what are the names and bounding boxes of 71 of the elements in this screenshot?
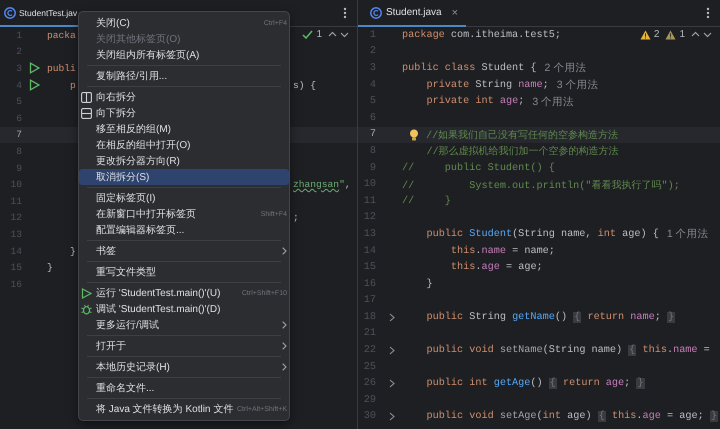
expand-chevron-icon[interactable] xyxy=(389,379,395,388)
run-icon xyxy=(29,79,40,92)
code-line: // System.out.println("看看我执行了吗"); xyxy=(402,178,680,192)
expand-chevron-icon[interactable] xyxy=(389,312,395,322)
menu-item[interactable]: 向右拆分 xyxy=(79,89,289,105)
bug-icon xyxy=(81,304,92,314)
code-line: public String getName() { return name; } xyxy=(425,312,676,323)
menu-item[interactable]: 重命名文件... xyxy=(79,380,289,396)
line-number: 7 xyxy=(368,129,376,140)
inspection-count: 1 xyxy=(316,29,322,40)
code-line: private int age; xyxy=(425,96,524,108)
usage-hint[interactable]: 1 个用法 xyxy=(666,227,709,242)
class-file-icon xyxy=(370,6,382,18)
warning-icon xyxy=(640,30,651,40)
code-line: private String name; xyxy=(425,80,549,91)
check-icon xyxy=(302,30,314,40)
file-tab[interactable]: Student.java × xyxy=(358,0,466,27)
warning-icon xyxy=(665,30,676,40)
menu-item[interactable]: 打开于 xyxy=(79,338,289,354)
menu-item[interactable]: 移至相反的组(M) xyxy=(79,121,289,137)
menu-item[interactable]: 配置编辑器标签页... xyxy=(79,222,289,238)
menu-item[interactable]: 调试 'StudentTest.main()'(D) xyxy=(79,301,289,317)
code-line: ; xyxy=(293,212,299,224)
expand-chevron-icon[interactable] xyxy=(389,346,395,356)
code-line: p xyxy=(69,80,76,91)
menu-item[interactable]: 更多运行/调试 xyxy=(79,317,289,333)
menu-item[interactable]: 取消拆分(S) xyxy=(79,169,289,185)
more-options-icon xyxy=(343,7,347,19)
menu-item[interactable]: 固定标签页(I) xyxy=(79,190,289,206)
menu-item[interactable]: 向下拆分 xyxy=(79,105,289,121)
menu-item[interactable]: 书签 xyxy=(79,243,289,259)
code-line: } xyxy=(425,278,433,290)
class-file-icon xyxy=(4,6,16,18)
usage-hint[interactable]: 3 个用法 xyxy=(532,94,574,109)
code-line: // public Student() { xyxy=(402,162,555,174)
warning-count: 1 xyxy=(679,29,685,40)
more-options-icon xyxy=(706,7,710,19)
warning-count: 2 xyxy=(654,29,660,40)
code-line: s) { xyxy=(293,80,316,91)
code-line: public int getAge() { return age; } xyxy=(425,378,644,390)
code-line: packa xyxy=(47,30,76,41)
code-line: } xyxy=(69,246,76,257)
menu-item[interactable]: 关闭组内所有标签页(A) xyxy=(79,47,289,63)
code-line: package com.itheima.test5; xyxy=(402,30,561,41)
code-line: public void setAge(int age) { this.age = age; } xyxy=(425,411,718,422)
code-line: public void setName(String name) { this.name = xyxy=(425,345,710,356)
menu-item[interactable]: 本地历史记录(H) xyxy=(79,359,289,375)
code-line: //那么虚拟机给我们加一个空参的构造方法 xyxy=(425,144,619,158)
split-vertical-icon xyxy=(81,92,92,102)
usage-hint[interactable]: 2 个用法 xyxy=(544,61,586,76)
menu-item[interactable]: 更改拆分器方向(R) xyxy=(79,153,289,169)
code-line: public Student(String name, int age) { xyxy=(425,228,659,240)
lightbulb-icon xyxy=(409,128,419,141)
code-line: publi xyxy=(47,62,76,74)
code-line: public class Student { xyxy=(402,62,537,74)
close-icon[interactable]: × xyxy=(452,6,458,18)
menu-item[interactable]: 在相反的组中打开(O) xyxy=(79,137,289,153)
code-line: } xyxy=(47,262,53,274)
expand-chevron-icon[interactable] xyxy=(389,412,395,422)
usage-hint[interactable]: 3 个用法 xyxy=(556,78,599,92)
split-horizontal-icon xyxy=(81,108,92,118)
run-icon xyxy=(29,62,40,74)
code-line: // } xyxy=(402,196,451,207)
code-line: this.age = age; xyxy=(450,262,543,274)
code-line: this.name = name; xyxy=(450,246,555,257)
run-icon xyxy=(81,288,92,298)
code-line: zhangsan", xyxy=(293,179,351,190)
code-line: //如果我们自己没有写任何的空参构造方法 xyxy=(426,128,618,142)
line-number: 7 xyxy=(15,129,22,140)
menu-item[interactable]: 复制路径/引用... xyxy=(79,68,289,84)
menu-item[interactable]: 重写文件类型 xyxy=(79,264,289,280)
